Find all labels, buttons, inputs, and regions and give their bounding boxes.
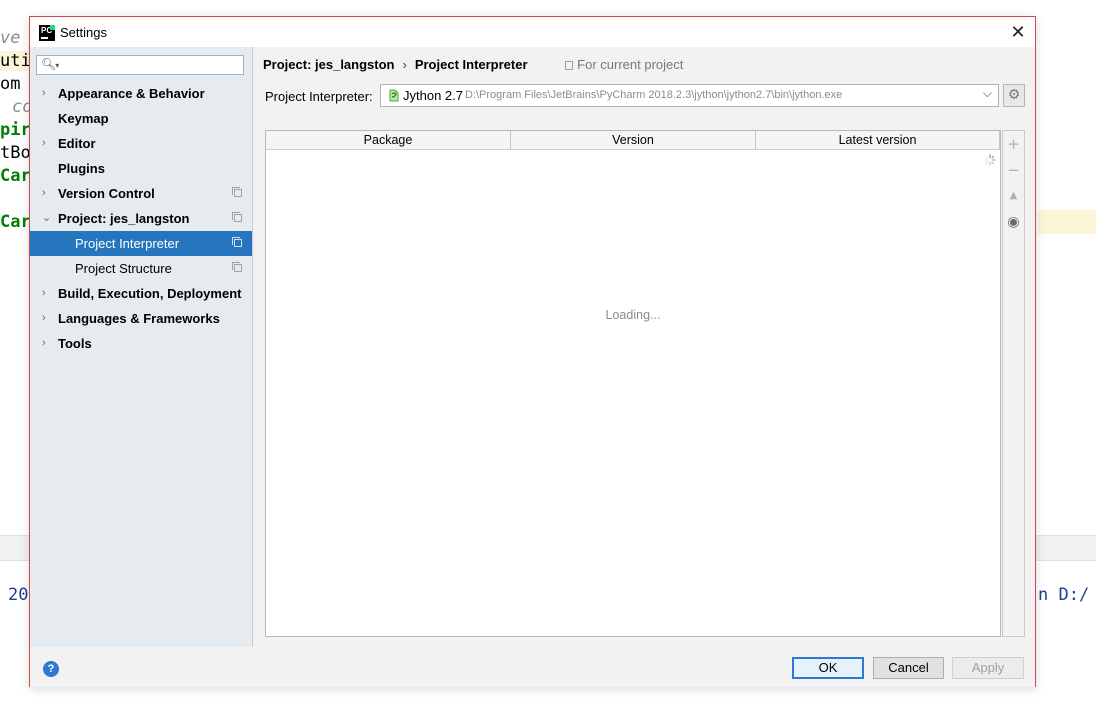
- interpreter-settings-button[interactable]: ⚙: [1003, 84, 1025, 107]
- bg-editor-line: Car: [0, 166, 31, 186]
- ok-button[interactable]: OK: [792, 657, 864, 679]
- search-icon: 🔍︎: [41, 57, 59, 71]
- sidebar-item-plugins[interactable]: Plugins: [30, 156, 252, 181]
- sidebar-item-label: Languages & Frameworks: [58, 311, 220, 326]
- sidebar-item-version-control[interactable]: › Version Control: [30, 181, 252, 206]
- chevron-down-icon: ⌄: [42, 212, 52, 224]
- interpreter-name: Jython 2.7: [403, 88, 463, 103]
- eye-icon: ◉: [1007, 214, 1020, 230]
- sidebar-item-project[interactable]: ⌄ Project: jes_langston: [30, 206, 252, 231]
- sidebar-item-label: Editor: [58, 136, 96, 151]
- settings-search-input[interactable]: 🔍︎: [36, 55, 244, 75]
- project-scope-icon: [232, 187, 242, 197]
- close-button[interactable]: ✕: [1007, 22, 1029, 44]
- breadcrumb-separator: ›: [402, 57, 407, 72]
- dialog-title: Settings: [60, 25, 107, 40]
- packages-toolbar: + − ▲ ◉: [1002, 130, 1025, 637]
- pycharm-logo-icon: PC: [39, 25, 55, 41]
- chevron-right-icon: ›: [42, 287, 46, 299]
- scope-note: For current project: [565, 57, 683, 72]
- interpreter-path: D:\Program Files\JetBrains\PyCharm 2018.…: [465, 89, 843, 101]
- project-scope-icon: [565, 61, 574, 70]
- apply-button[interactable]: Apply: [952, 657, 1024, 679]
- bg-console-text: n D:/: [1038, 585, 1090, 605]
- breadcrumb-project: Project: jes_langston: [263, 57, 395, 72]
- packages-table-header: Package Version Latest version: [266, 131, 1000, 150]
- chevron-right-icon: ›: [42, 137, 46, 149]
- bg-editor-line: pir: [0, 120, 31, 140]
- interpreter-label: Project Interpreter:: [265, 89, 373, 104]
- bg-editor-line: tBo: [0, 143, 31, 163]
- chevron-right-icon: ›: [42, 337, 46, 349]
- add-package-button[interactable]: +: [1003, 133, 1024, 155]
- loading-text: Loading...: [605, 308, 661, 322]
- sidebar-item-label: Version Control: [58, 186, 155, 201]
- sidebar-item-label: Project Interpreter: [75, 236, 180, 251]
- help-button[interactable]: ?: [43, 661, 59, 677]
- chevron-right-icon: ›: [42, 312, 46, 324]
- sidebar-item-label: Plugins: [58, 161, 105, 176]
- bg-console-text: 20: [8, 585, 29, 605]
- bg-editor-line: Car: [0, 212, 31, 232]
- column-header-package[interactable]: Package: [266, 131, 511, 149]
- upgrade-package-button[interactable]: ▲: [1003, 185, 1024, 207]
- sidebar-item-project-structure[interactable]: Project Structure: [30, 256, 252, 281]
- sidebar-item-label: Appearance & Behavior: [58, 86, 205, 101]
- project-scope-icon: [232, 237, 242, 247]
- sidebar-item-languages-frameworks[interactable]: › Languages & Frameworks: [30, 306, 252, 331]
- cancel-button[interactable]: Cancel: [873, 657, 944, 679]
- chevron-right-icon: ›: [42, 187, 46, 199]
- remove-package-button[interactable]: −: [1003, 159, 1024, 181]
- show-early-releases-button[interactable]: ◉: [1003, 211, 1024, 233]
- sidebar-item-appearance-behavior[interactable]: › Appearance & Behavior: [30, 81, 252, 106]
- sidebar-item-label: Project Structure: [75, 261, 172, 276]
- sidebar-item-project-interpreter[interactable]: Project Interpreter: [30, 231, 252, 256]
- packages-table: Package Version Latest version Loading..…: [265, 130, 1001, 637]
- settings-sidebar: 🔍︎ › Appearance & Behavior Keymap › Edit…: [30, 47, 253, 647]
- bg-editor-highlight: [1038, 210, 1096, 234]
- python-interpreter-icon: [389, 89, 399, 102]
- sidebar-item-keymap[interactable]: Keymap: [30, 106, 252, 131]
- plus-icon: +: [1007, 135, 1020, 153]
- sidebar-item-label: Project: jes_langston: [58, 211, 190, 226]
- bg-editor-line: ve: [0, 28, 21, 48]
- triangle-up-icon: ▲: [1009, 190, 1018, 201]
- project-scope-icon: [232, 262, 242, 272]
- sidebar-item-tools[interactable]: › Tools: [30, 331, 252, 356]
- settings-content: Project: jes_langston › Project Interprete…: [253, 47, 1035, 647]
- settings-dialog: PC Settings ✕ 🔍︎ › Appearance & Behavior…: [29, 16, 1036, 687]
- sidebar-item-label: Build, Execution, Deployment: [58, 286, 242, 301]
- title-bar[interactable]: PC Settings ✕: [30, 17, 1035, 47]
- column-header-latest-version[interactable]: Latest version: [756, 131, 1000, 149]
- bg-editor-line: uti: [0, 51, 31, 71]
- chevron-down-icon: ⌵: [982, 86, 992, 100]
- bg-editor-line: om: [0, 74, 21, 94]
- column-header-version[interactable]: Version: [511, 131, 756, 149]
- breadcrumb-page: Project Interpreter: [414, 57, 528, 72]
- chevron-right-icon: ›: [42, 87, 46, 99]
- loading-spinner-icon: [984, 154, 996, 166]
- interpreter-select[interactable]: Jython 2.7 D:\Program Files\JetBrains\Py…: [380, 84, 999, 107]
- breadcrumb: Project: jes_langston › Project Interprete…: [263, 57, 683, 72]
- gear-icon: ⚙: [1007, 87, 1021, 103]
- settings-tree: › Appearance & Behavior Keymap › Editor …: [30, 81, 252, 356]
- sidebar-item-editor[interactable]: › Editor: [30, 131, 252, 156]
- minus-icon: −: [1007, 161, 1020, 179]
- sidebar-item-label: Keymap: [58, 111, 109, 126]
- scope-note-text: For current project: [577, 57, 684, 72]
- sidebar-item-build-execution-deployment[interactable]: › Build, Execution, Deployment: [30, 281, 252, 306]
- sidebar-item-label: Tools: [58, 336, 92, 351]
- dialog-footer: ? OK Cancel Apply: [30, 647, 1035, 687]
- project-scope-icon: [232, 212, 242, 222]
